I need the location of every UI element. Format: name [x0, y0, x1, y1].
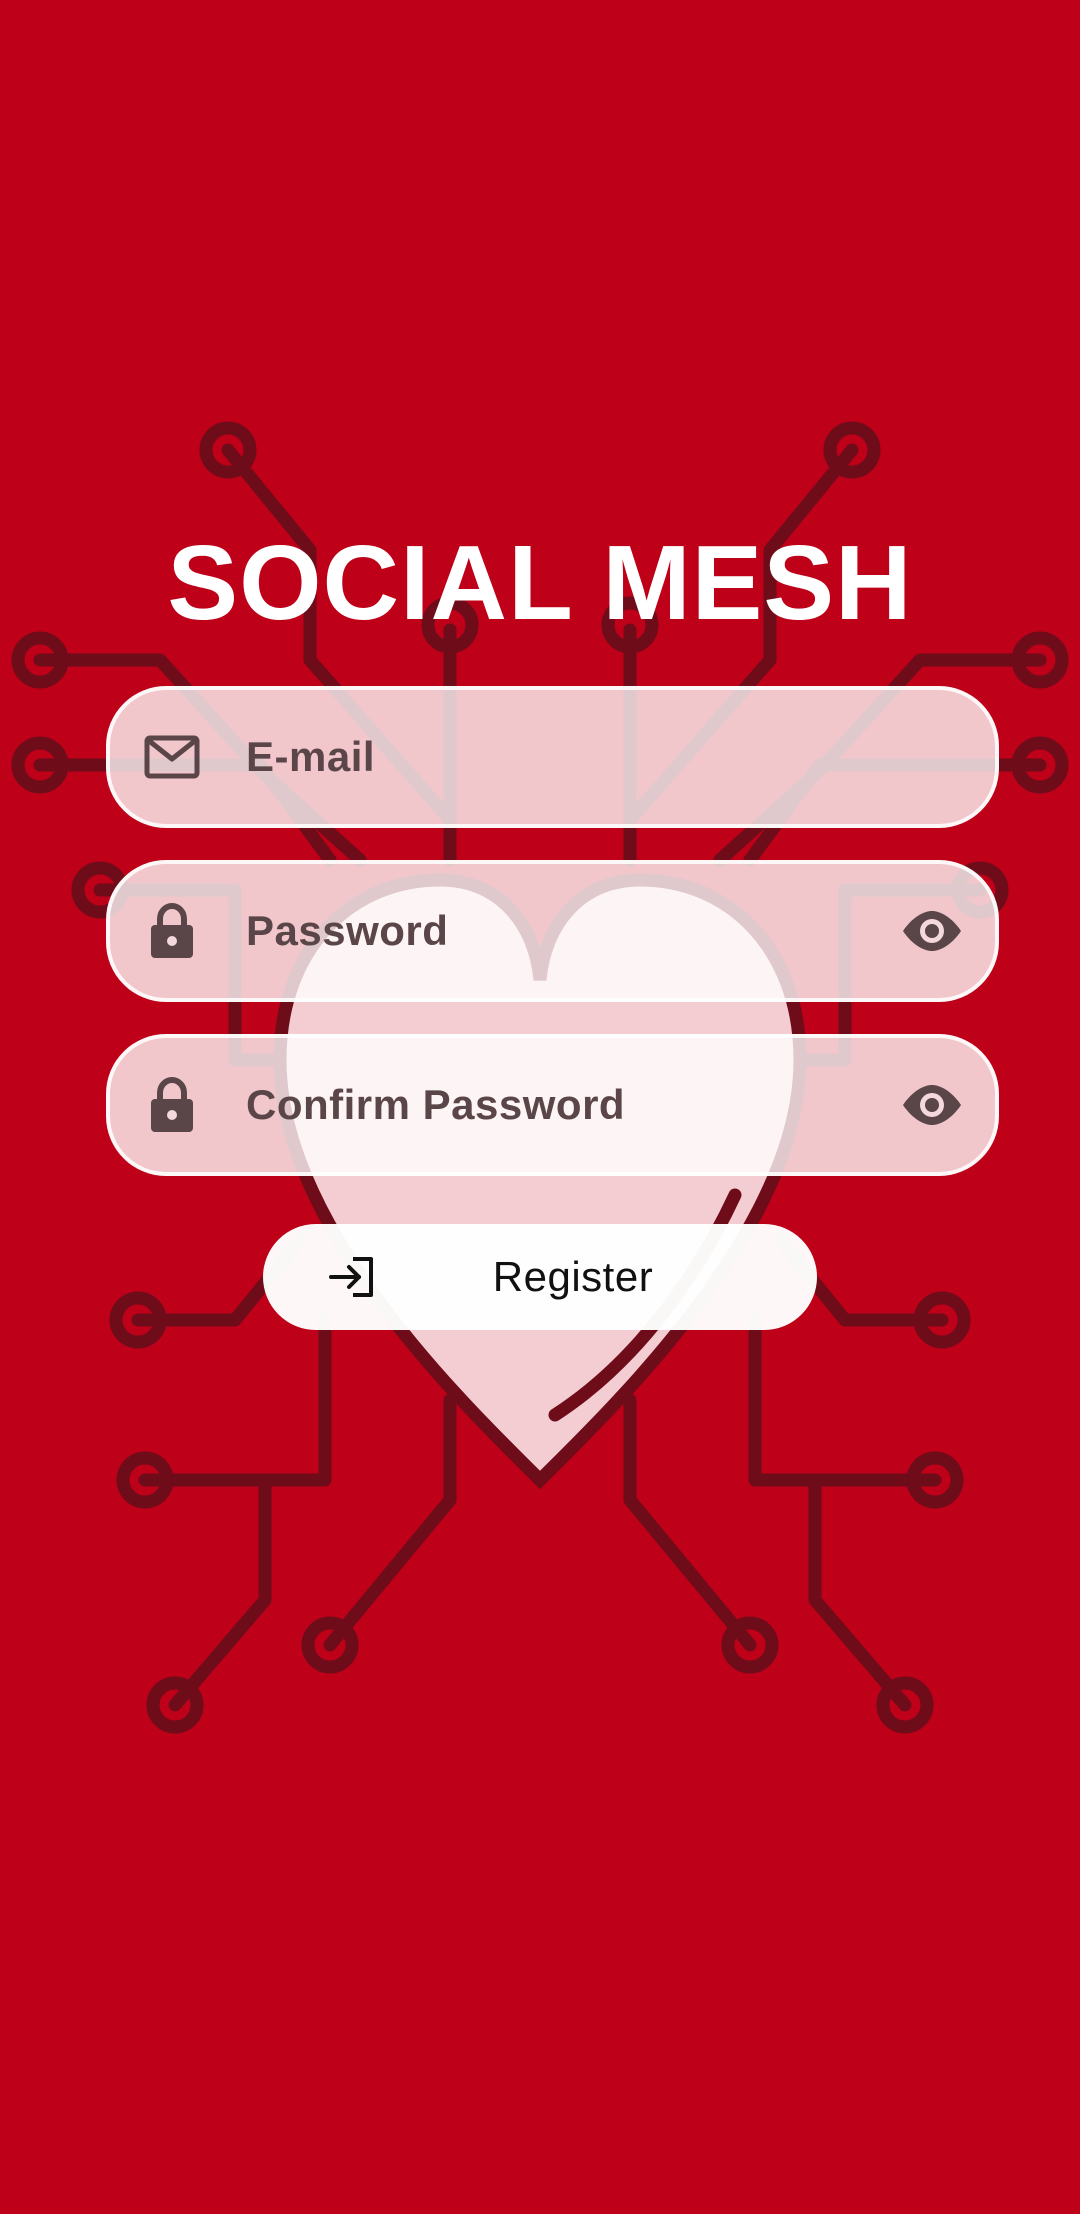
- mail-icon: [142, 727, 202, 787]
- lock-icon: [142, 901, 202, 961]
- register-button[interactable]: Register: [263, 1224, 817, 1330]
- lock-icon: [142, 1075, 202, 1135]
- email-field[interactable]: E-mail: [106, 686, 999, 828]
- password-field[interactable]: Password: [106, 860, 999, 1002]
- eye-icon[interactable]: [899, 898, 965, 964]
- password-placeholder: Password: [246, 907, 449, 954]
- eye-icon[interactable]: [899, 1072, 965, 1138]
- email-placeholder: E-mail: [246, 733, 376, 780]
- register-button-label: Register: [492, 1253, 654, 1300]
- confirm-password-field[interactable]: Confirm Password: [106, 1034, 999, 1176]
- app-title: SOCIAL MESH: [167, 524, 913, 642]
- confirm-password-placeholder: Confirm Password: [246, 1081, 626, 1128]
